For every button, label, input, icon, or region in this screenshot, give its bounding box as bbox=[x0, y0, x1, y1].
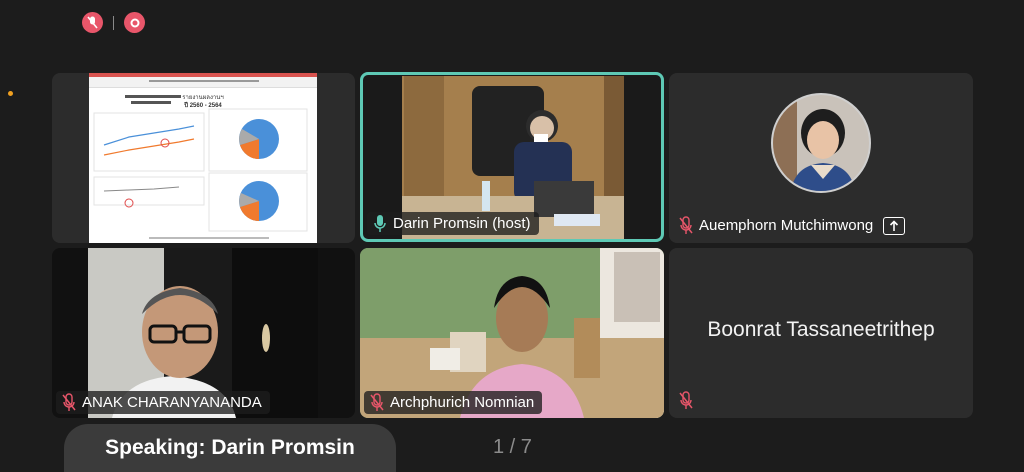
page-indicator[interactable]: 1 / 7 bbox=[493, 436, 532, 459]
video-tile-anak[interactable]: ANAK CHARANYANANDA bbox=[52, 248, 355, 418]
top-status-bar bbox=[82, 12, 145, 33]
stop-record-icon[interactable] bbox=[124, 12, 145, 33]
avatar bbox=[771, 93, 871, 193]
mic-muted-icon bbox=[62, 393, 76, 411]
speaking-indicator: Speaking: Darin Promsin bbox=[64, 424, 396, 472]
shared-slide: รายงานผลงานฯ ปี 2560 - 2564 bbox=[89, 73, 317, 243]
speaking-label: Speaking: Darin Promsin bbox=[105, 436, 355, 459]
mic-muted-icon bbox=[370, 393, 384, 411]
participant-label: Archphurich Nomnian bbox=[364, 391, 543, 414]
participant-name: Archphurich Nomnian bbox=[390, 394, 535, 411]
participant-label bbox=[673, 389, 701, 412]
participant-name: Darin Promsin (host) bbox=[393, 215, 531, 232]
video-tile-archphurich[interactable]: Archphurich Nomnian bbox=[360, 248, 664, 418]
participant-label: Auemphorn Mutchimwong bbox=[673, 214, 913, 237]
participant-name: Auemphorn Mutchimwong bbox=[699, 217, 874, 234]
mic-muted-icon[interactable] bbox=[82, 12, 103, 33]
share-icon[interactable] bbox=[883, 216, 906, 235]
video-tile-boonrat[interactable]: Boonrat Tassaneetrithep bbox=[669, 248, 973, 418]
participant-name: ANAK CHARANYANANDA bbox=[82, 394, 262, 411]
video-tile-auemphorn[interactable]: Auemphorn Mutchimwong bbox=[669, 73, 973, 243]
slide-years: ปี 2560 - 2564 bbox=[184, 103, 222, 109]
divider bbox=[113, 15, 114, 30]
mic-on-icon bbox=[374, 215, 386, 232]
mic-muted-icon bbox=[679, 216, 693, 234]
shared-screen-tile[interactable]: รายงานผลงานฯ ปี 2560 - 2564 bbox=[52, 73, 355, 243]
indicator-dot bbox=[8, 91, 13, 96]
participant-display-name: Boonrat Tassaneetrithep bbox=[707, 318, 935, 341]
mic-muted-icon bbox=[679, 391, 693, 409]
video-tile-darin[interactable]: Darin Promsin (host) bbox=[360, 72, 664, 242]
participant-label: Darin Promsin (host) bbox=[367, 212, 539, 235]
participant-label: ANAK CHARANYANANDA bbox=[56, 391, 270, 414]
